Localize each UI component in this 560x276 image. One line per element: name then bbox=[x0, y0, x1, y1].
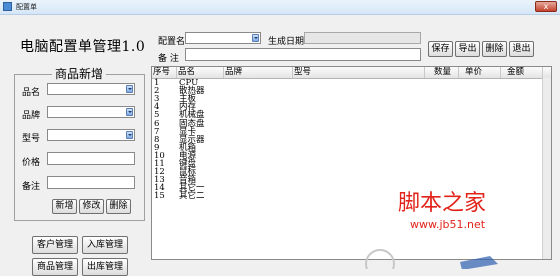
close-window-button[interactable]: x bbox=[535, 1, 557, 12]
chevron-down-icon[interactable] bbox=[126, 131, 133, 139]
watermark-logo-icon bbox=[365, 249, 395, 269]
row-index-cell: 15 bbox=[154, 191, 165, 202]
watermark-url: www.jb51.net bbox=[410, 218, 486, 231]
export-button[interactable]: 导出 bbox=[455, 41, 480, 57]
product-management-button[interactable]: 商品管理 bbox=[32, 258, 78, 276]
create-date-label: 生成日期 bbox=[268, 37, 305, 47]
table-row[interactable]: 7 显卡 bbox=[152, 127, 551, 136]
table-row[interactable]: 6 固态盘 bbox=[152, 119, 551, 128]
add-button[interactable]: 新增 bbox=[52, 199, 77, 214]
product-add-group-title: 商品新增 bbox=[52, 65, 107, 82]
column-header-index[interactable]: 序号 bbox=[152, 67, 177, 78]
config-name-combobox[interactable] bbox=[185, 32, 261, 44]
delete-item-button[interactable]: 删除 bbox=[106, 199, 131, 214]
config-note-input[interactable] bbox=[185, 48, 421, 61]
name-combobox[interactable] bbox=[47, 83, 135, 95]
app-icon bbox=[3, 2, 12, 11]
model-label: 型号 bbox=[22, 134, 41, 144]
outbound-management-button[interactable]: 出库管理 bbox=[82, 258, 128, 276]
table-row[interactable]: 9 机箱 bbox=[152, 144, 551, 153]
column-header-quantity[interactable]: 数量 bbox=[425, 67, 459, 78]
column-header-model[interactable]: 型号 bbox=[293, 67, 425, 78]
config-name-label: 配置名 bbox=[158, 37, 186, 47]
note-input[interactable] bbox=[47, 176, 135, 189]
window-titlebar: 配置单 x bbox=[0, 0, 560, 15]
table-row[interactable]: 11 键盘 bbox=[152, 160, 551, 169]
table-row[interactable]: 10 电源 bbox=[152, 152, 551, 161]
column-header-brand[interactable]: 品牌 bbox=[224, 67, 293, 78]
column-header-amount[interactable]: 金额 bbox=[501, 67, 543, 78]
note-label: 备注 bbox=[22, 182, 41, 192]
chevron-down-icon[interactable] bbox=[126, 85, 133, 93]
delete-config-button[interactable]: 删除 bbox=[482, 41, 507, 57]
price-label: 价格 bbox=[22, 158, 41, 168]
chevron-down-icon[interactable] bbox=[126, 108, 133, 116]
table-row[interactable]: 12 鼠标 bbox=[152, 168, 551, 177]
model-combobox[interactable] bbox=[47, 129, 135, 141]
config-note-label: 备 注 bbox=[158, 54, 179, 64]
save-button[interactable]: 保存 bbox=[428, 41, 453, 57]
row-name-cell: 其它二 bbox=[179, 191, 205, 202]
table-row[interactable]: 1 CPU bbox=[152, 79, 551, 88]
site-watermark: 脚本之家 www.jb51.net bbox=[365, 191, 498, 269]
table-row[interactable]: 2 散热器 bbox=[152, 87, 551, 96]
edit-button[interactable]: 修改 bbox=[79, 199, 104, 214]
name-label: 品名 bbox=[22, 88, 41, 98]
brand-label: 品牌 bbox=[22, 111, 41, 121]
chevron-down-icon[interactable] bbox=[252, 34, 259, 42]
table-row[interactable]: 5 机械盘 bbox=[152, 111, 551, 120]
table-row[interactable]: 8 显示器 bbox=[152, 135, 551, 144]
column-header-unit-price[interactable]: 单价 bbox=[459, 67, 501, 78]
create-date-field bbox=[304, 32, 421, 44]
table-row[interactable]: 3 主板 bbox=[152, 95, 551, 104]
app-title: 电脑配置单管理1.0 bbox=[20, 39, 146, 55]
column-header-name[interactable]: 品名 bbox=[177, 67, 224, 78]
table-row[interactable]: 4 内存 bbox=[152, 103, 551, 112]
window-title: 配置单 bbox=[16, 3, 37, 11]
brand-combobox[interactable] bbox=[47, 106, 135, 118]
table-header: 序号 品名 品牌 型号 数量 单价 金额 bbox=[152, 67, 551, 79]
watermark-text: 脚本之家 bbox=[398, 191, 486, 216]
watermark-swoosh-icon bbox=[460, 256, 498, 269]
price-input[interactable] bbox=[47, 152, 135, 165]
customer-management-button[interactable]: 客户管理 bbox=[32, 236, 78, 254]
exit-button[interactable]: 退出 bbox=[509, 41, 534, 57]
inbound-management-button[interactable]: 入库管理 bbox=[82, 236, 128, 254]
